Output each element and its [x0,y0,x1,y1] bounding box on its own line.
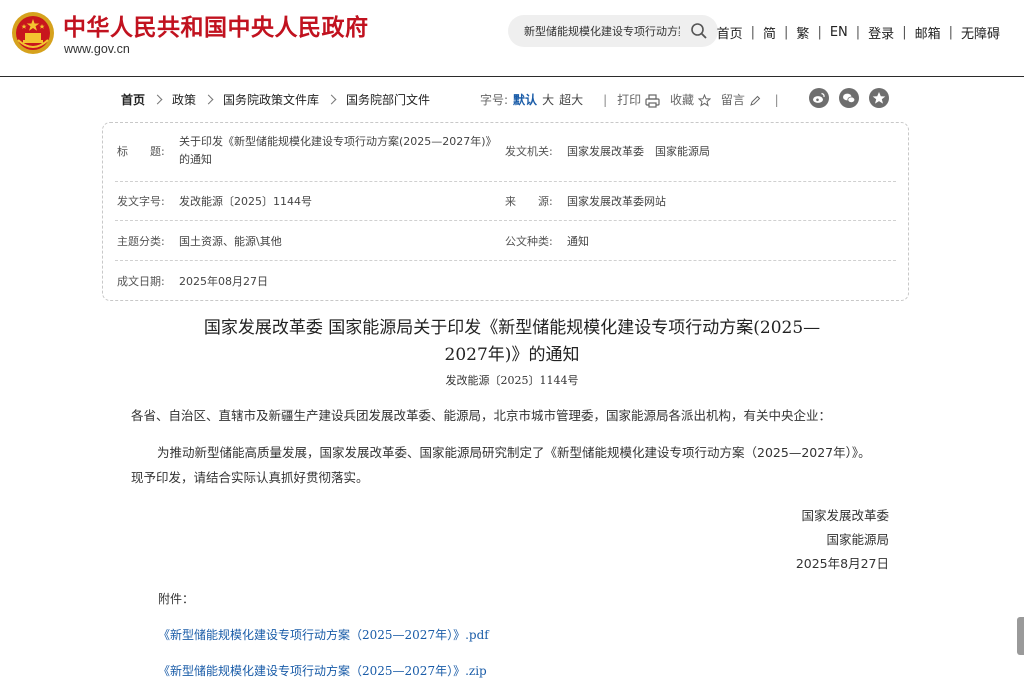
comment-button[interactable]: 留言 [721,91,761,108]
article-recipients: 各省、自治区、直辖市及新疆生产建设兵团发展改革委、能源局，北京市城市管理委，国家… [131,408,832,423]
star-outline-icon [697,93,712,107]
meta-docno-label: 发文字号: [117,195,165,208]
top-nav: 首页 | 简 | 繁 | EN | 登录 | 邮箱 | 无障碍 [717,23,1000,42]
meta-issuer-label: 发文机关: [505,145,553,158]
weibo-icon[interactable] [809,88,829,108]
nav-separator: | [855,25,861,40]
meta-date-label: 成文日期: [117,275,165,288]
favorite-button[interactable]: 收藏 [669,91,712,108]
site-header: 中华人民共和国中央人民政府 www.gov.cn 首页 | 简 | 繁 | EN | 登… [0,0,1024,77]
breadcrumb-home[interactable]: 首页 [121,91,145,108]
nav-separator: | [784,25,789,40]
meta-row-date: 成文日期: 2025年08月27日 [115,260,896,298]
article-doc-number: 发改能源〔2025〕1144号 [445,374,579,387]
article-title-line: 国家发展改革委 国家能源局关于印发《新型储能规模化建设专项行动方案(2025— [203,318,821,338]
meta-row-category: 主题分类: 国土资源、能源\其他 公文种类: 通知 [115,220,896,261]
meta-date-value: 2025年08月27日 [179,275,268,288]
meta-docno-value: 发改能源〔2025〕1144号 [179,195,312,208]
meta-category-label: 主题分类: [117,235,165,248]
font-size-default[interactable]: 默认 [513,91,537,108]
breadcrumb: 首页 政策 国务院政策文件库 国务院部门文件 [121,91,430,108]
tools-separator: | [603,92,608,107]
meta-type-value: 通知 [567,235,589,248]
nav-login[interactable]: 登录 [868,23,894,42]
nav-traditional[interactable]: 繁 [796,23,809,42]
chevron-right-icon [152,94,163,105]
font-size-xlarge[interactable]: 超大 [559,91,583,108]
side-float-tab[interactable] [1017,617,1024,655]
search-input[interactable] [524,21,680,41]
nav-accessibility[interactable]: 无障碍 [961,23,1000,42]
font-size-large[interactable]: 大 [542,91,554,108]
attachment-zip-link[interactable]: 《新型储能规模化建设专项行动方案（2025—2027年）》.zip [158,662,487,679]
article-title: 国家发展改革委 国家能源局关于印发《新型储能规模化建设专项行动方案(2025— … [140,315,884,369]
nav-separator: | [902,25,907,40]
breadcrumb-policy-library[interactable]: 国务院政策文件库 [223,91,319,108]
font-size-label: 字号: [480,93,509,107]
chevron-right-icon [326,94,337,105]
meta-source-label: 来 源: [505,195,553,208]
attachment-pdf-link[interactable]: 《新型储能规模化建设专项行动方案（2025—2027年）》.pdf [158,626,489,643]
signature-date: 2025年8月27日 [795,556,889,571]
national-emblem-icon[interactable] [10,10,56,56]
meta-row-title: 标 题: 关于印发《新型储能规模化建设专项行动方案(2025—2027年)》的通… [115,123,896,182]
attachments-label: 附件： [158,592,195,606]
breadcrumb-policy[interactable]: 政策 [172,91,196,108]
article-paragraph: 为推动新型储能高质量发展，国家发展改革委、国家能源局研究制定了《新型储能规模化建… [131,445,871,485]
favorite-label: 收藏 [669,93,694,107]
site-title[interactable]: 中华人民共和国中央人民政府 [63,8,369,42]
document-metadata: 标 题: 关于印发《新型储能规模化建设专项行动方案(2025—2027年)》的通… [102,122,909,301]
favorite-star-icon[interactable] [869,88,889,108]
chevron-right-icon [203,94,214,105]
meta-issuer-value: 国家发展改革委 国家能源局 [567,145,710,158]
print-label: 打印 [617,93,642,107]
meta-title-value: 关于印发《新型储能规模化建设专项行动方案(2025—2027年)》的通知 [179,135,497,166]
meta-row-docno: 发文字号: 发改能源〔2025〕1144号 来 源: 国家发展改革委网站 [115,181,896,221]
pencil-icon [749,95,760,106]
tools-separator: | [774,92,779,107]
search-icon[interactable] [690,22,708,40]
wechat-icon[interactable] [839,88,859,108]
printer-icon [645,93,660,108]
meta-source-value: 国家发展改革委网站 [567,195,666,208]
article-title-line: 2027年)》的通知 [444,345,580,365]
meta-category-value: 国土资源、能源\其他 [179,235,282,248]
breadcrumb-department-docs[interactable]: 国务院部门文件 [346,91,430,108]
nav-english[interactable]: EN [830,25,848,40]
print-button[interactable]: 打印 [617,91,660,108]
search-box [508,15,718,47]
meta-type-label: 公文种类: [505,235,553,248]
share-icons [809,88,899,108]
article-tools: 字号: 默认 大 超大 | 打印 收藏 留言 | [480,91,779,108]
nav-separator: | [750,25,756,40]
site-url: www.gov.cn [64,42,130,56]
nav-separator: | [948,25,953,40]
nav-separator: | [817,25,822,40]
article-toolbar: 首页 政策 国务院政策文件库 国务院部门文件 字号: 默认 大 超大 | 打印 … [0,76,1024,122]
comment-label: 留言 [720,93,745,107]
signature-ndrc: 国家发展改革委 [801,508,889,523]
nav-simplified[interactable]: 简 [763,23,776,42]
meta-title-label: 标 题: [117,145,165,158]
nav-home[interactable]: 首页 [717,23,743,42]
signature-nea: 国家能源局 [826,532,889,547]
nav-mail[interactable]: 邮箱 [915,23,941,42]
